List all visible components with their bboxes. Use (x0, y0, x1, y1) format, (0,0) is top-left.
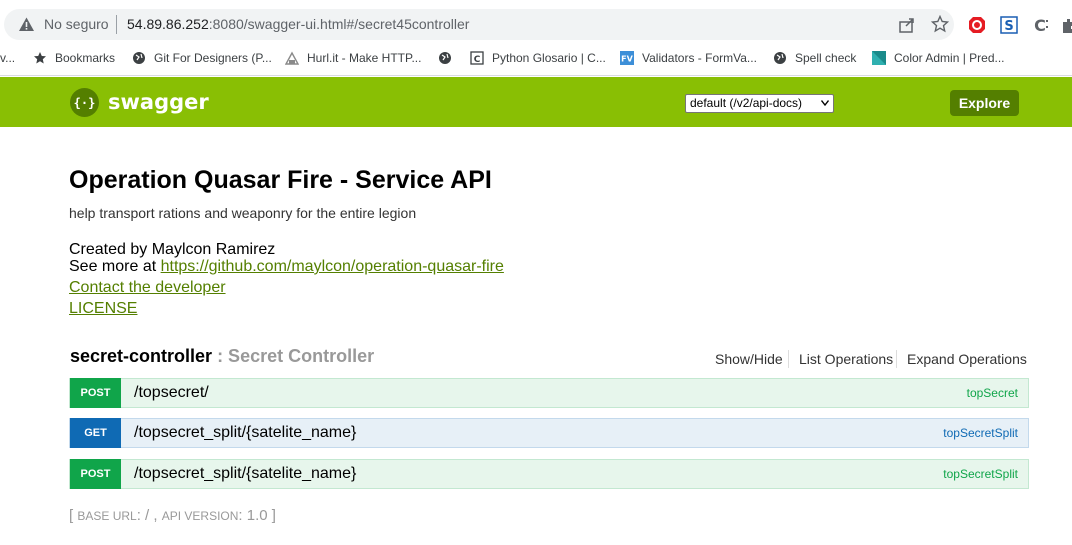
share-icon[interactable] (898, 16, 916, 34)
operation-row[interactable]: POST /topsecret/ topSecret (69, 378, 1029, 408)
resource-heading[interactable]: secret-controller : Secret Controller (70, 346, 374, 367)
base-url-value: : / , (136, 507, 162, 524)
resource-name[interactable]: secret-controller (70, 346, 212, 366)
api-select-value: default (/v2/api-docs) (690, 96, 803, 110)
operation-path[interactable]: /topsecret/ (134, 384, 209, 402)
url-text[interactable]: 54.89.86.252:8080/swagger-ui.html#/secre… (127, 16, 469, 33)
bookmark-label: Color Admin | Pred... (894, 51, 1005, 65)
swagger-braces-icon: {·} (74, 96, 96, 110)
url-host: 54.89.86.252 (127, 16, 209, 32)
http-method-badge[interactable]: POST (70, 378, 121, 408)
warning-icon[interactable] (18, 16, 35, 33)
operation-path[interactable]: /topsecret_split/{satelite_name} (134, 465, 356, 483)
list-operations-link[interactable]: List Operations (799, 351, 893, 367)
bookmark-label: Validators - FormVa... (642, 51, 757, 65)
github-link[interactable]: https://github.com/maylcon/operation-qua… (161, 258, 504, 275)
page-title: Operation Quasar Fire - Service API (69, 166, 492, 194)
address-divider (116, 15, 117, 34)
hurl-icon (285, 51, 299, 65)
c-extension-icon[interactable]: C (1032, 16, 1050, 34)
globe-icon (133, 52, 145, 64)
svg-text:C: C (1034, 16, 1046, 34)
http-method-badge[interactable]: POST (70, 459, 121, 489)
bookmark-label: Python Glosario | C... (492, 51, 606, 65)
operation-nickname[interactable]: topSecretSplit (943, 426, 1018, 441)
see-more-line: See more at https://github.com/maylcon/o… (69, 258, 504, 276)
toolbar: No seguro 54.89.86.252:8080/swagger-ui.h… (0, 0, 1072, 44)
swagger-logo-icon[interactable]: {·} (70, 88, 99, 117)
svg-text:{·}: {·} (74, 96, 96, 110)
svg-text:FV: FV (621, 55, 633, 64)
swagger-logo-text[interactable]: swagger (108, 89, 209, 115)
api-select[interactable]: default (/v2/api-docs) (685, 94, 834, 113)
ops-divider (788, 350, 789, 368)
bookmarks-bar: v... Bookmarks Git For Designers (P... H… (0, 44, 1072, 70)
bookmark-star-icon[interactable] (931, 15, 949, 33)
api-description: help transport rations and weaponry for … (69, 205, 417, 221)
page-c-icon: C (470, 51, 484, 65)
api-version-value: : 1.0 (238, 507, 272, 524)
color-admin-icon (872, 51, 886, 65)
created-by: Created by Maylcon Ramirez (69, 241, 276, 258)
fv-icon: FV (620, 51, 634, 65)
svg-text:S: S (1004, 19, 1013, 34)
operation-row[interactable]: GET /topsecret_split/{satelite_name} top… (69, 418, 1029, 448)
api-version-label: API VERSION (161, 509, 239, 523)
contact-developer-link[interactable]: Contact the developer (69, 279, 226, 297)
operation-row[interactable]: POST /topsecret_split/{satelite_name} to… (69, 459, 1029, 489)
bookmark-label: Git For Designers (P... (154, 51, 272, 65)
resource-description: : Secret Controller (212, 346, 375, 366)
address-bar[interactable]: No seguro 54.89.86.252:8080/swagger-ui.h… (4, 9, 954, 40)
globe-icon (774, 52, 786, 64)
swagger-header: {·} swagger default (/v2/api-docs) Explo… (0, 77, 1072, 127)
adblock-extension-icon[interactable] (968, 16, 986, 34)
ops-divider (896, 350, 897, 368)
bookmark-label: Bookmarks (55, 51, 116, 65)
s-extension-icon[interactable]: S (1000, 16, 1018, 34)
operation-nickname[interactable]: topSecretSplit (943, 467, 1018, 482)
svg-text:C: C (474, 55, 481, 65)
operation-path[interactable]: /topsecret_split/{satelite_name} (134, 424, 356, 442)
extensions-puzzle-icon[interactable] (1060, 16, 1072, 34)
explore-button[interactable]: Explore (950, 90, 1019, 116)
footer-close-bracket: ] (271, 507, 276, 524)
security-label[interactable]: No seguro (44, 16, 109, 33)
see-more-prefix: See more at (69, 258, 161, 275)
operation-nickname[interactable]: topSecret (967, 386, 1018, 401)
show-hide-link[interactable]: Show/Hide (715, 351, 783, 367)
http-method-badge[interactable]: GET (70, 418, 121, 448)
url-path: :8080/swagger-ui.html#/secret45controlle… (208, 16, 470, 32)
chevron-down-icon (821, 100, 829, 106)
bookmark-label: Spell check (795, 51, 857, 65)
bookmark-label: v... (0, 51, 16, 65)
api-footer: [ BASE URL: / , API VERSION: 1.0 ] (69, 507, 276, 525)
browser-chrome: No seguro 54.89.86.252:8080/swagger-ui.h… (0, 0, 1072, 76)
base-url-label: BASE URL (77, 509, 137, 523)
bookmark-label: Hurl.it - Make HTTP... (307, 51, 422, 65)
license-link[interactable]: LICENSE (69, 300, 137, 318)
expand-operations-link[interactable]: Expand Operations (907, 351, 1027, 367)
globe-icon (439, 52, 451, 64)
star-icon (34, 52, 46, 64)
